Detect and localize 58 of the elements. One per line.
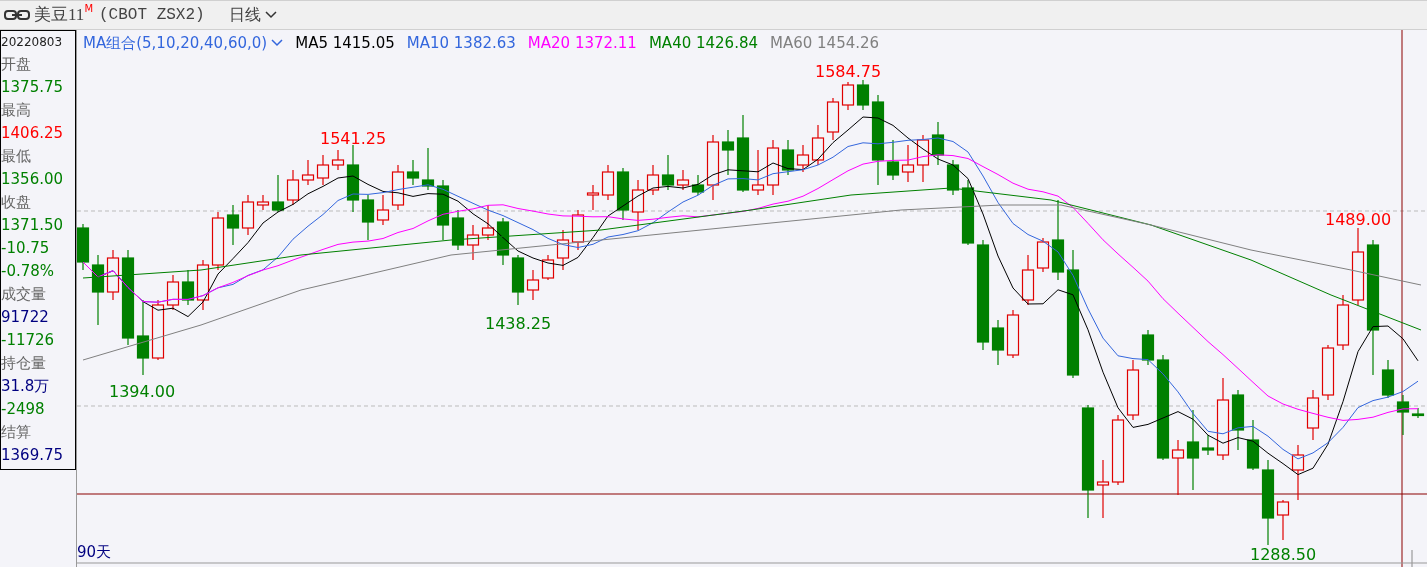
candlestick <box>1111 414 1125 486</box>
field-label: 最低 <box>1 146 32 167</box>
ma-legend-item: MA10 1382.63 <box>406 32 516 54</box>
chevron-down-icon <box>264 11 277 19</box>
candlestick <box>181 269 195 306</box>
contract-code: (CBOT ZSX2) <box>99 5 205 26</box>
candlestick <box>1231 389 1245 451</box>
chevron-down-icon <box>271 39 284 47</box>
candlestick <box>301 159 315 186</box>
price-label: 1541.25 <box>320 128 387 150</box>
candlestick <box>916 134 930 183</box>
date-text: 20220803 <box>1 34 64 51</box>
price-label: 1394.00 <box>109 381 176 403</box>
candlestick <box>286 169 300 206</box>
field-value: 1375.75 <box>1 77 65 98</box>
candlestick <box>931 121 945 166</box>
ma-legend-item: MA20 1372.11 <box>527 32 637 54</box>
candlestick <box>1006 309 1020 359</box>
price-label: 1584.75 <box>815 61 882 83</box>
price-label: 1438.25 <box>485 313 552 335</box>
field-value: -10.75 <box>1 238 51 259</box>
field-label: 持仓量 <box>1 353 47 374</box>
field-label: 最高 <box>1 100 32 121</box>
field-value: 1371.50 <box>1 215 65 236</box>
candlestick <box>196 259 210 311</box>
field-value: 1369.75 <box>1 445 65 466</box>
field-label: 结算 <box>1 422 32 443</box>
candlestick <box>481 204 495 241</box>
candlestick <box>1336 294 1350 351</box>
candlestick <box>496 217 510 266</box>
link-icon[interactable] <box>4 9 30 21</box>
candlestick <box>1321 344 1335 401</box>
ma-legend-item: MA40 1426.84 <box>648 32 758 54</box>
field-value: 91722 <box>1 307 50 328</box>
price-label: 1288.50 <box>1250 544 1317 566</box>
ma-selector-dropdown[interactable]: MA组合(5,10,20,40,60,0) <box>83 31 284 55</box>
symbol-name: 美豆11 <box>34 4 85 27</box>
period-label: 90天 <box>77 542 112 563</box>
price-label: 1489.00 <box>1325 209 1392 231</box>
field-value: 1356.00 <box>1 169 65 190</box>
ma-legend-item: MA5 1415.05 <box>295 32 395 54</box>
field-value: -11726 <box>1 330 56 351</box>
candlestick <box>211 211 225 271</box>
period-dropdown[interactable]: 日线 <box>228 3 277 27</box>
field-value: 1406.25 <box>1 123 65 144</box>
candlestick <box>1306 389 1320 441</box>
ma-legend-item: MA60 1454.26 <box>770 32 880 54</box>
candlestick <box>226 204 240 246</box>
field-value: 31.8万 <box>1 376 51 397</box>
field-label: 成交量 <box>1 284 47 305</box>
field-label: 开盘 <box>1 54 32 75</box>
field-value: -2498 <box>1 399 46 420</box>
market-label: M <box>84 4 93 15</box>
field-value: -0.78% <box>1 261 56 282</box>
candlestick <box>1291 444 1305 501</box>
candlestick <box>901 144 915 183</box>
field-label: 收盘 <box>1 192 32 213</box>
candlestick <box>466 224 480 261</box>
